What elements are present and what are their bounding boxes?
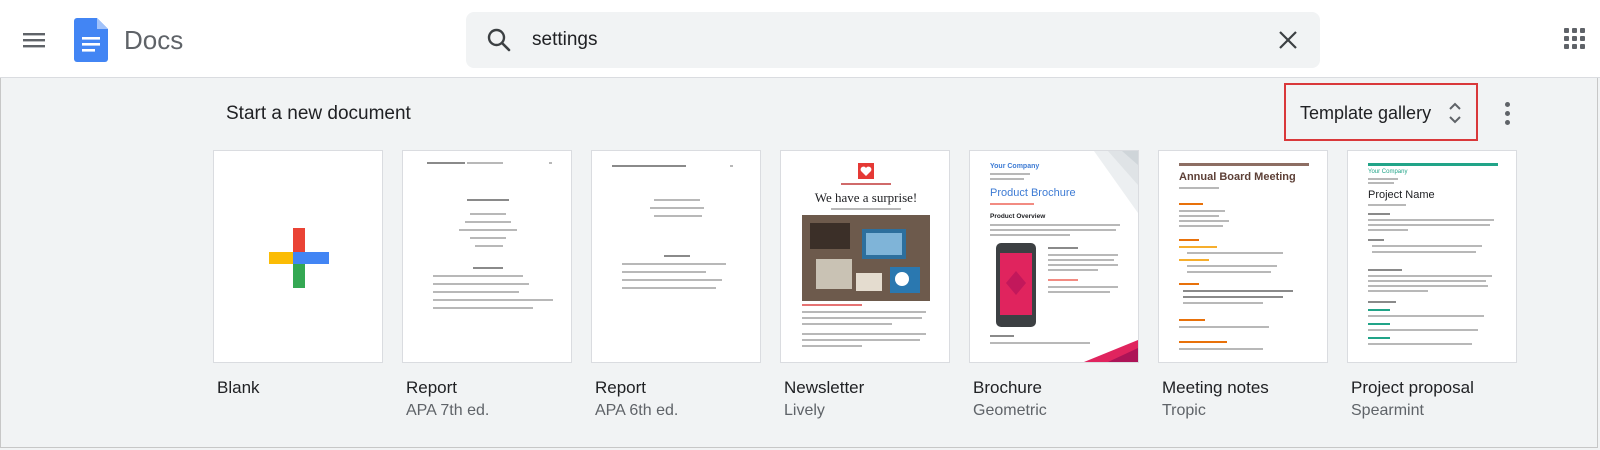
- template-card-brochure[interactable]: Your Company Product Brochure Product Ov…: [969, 150, 1139, 419]
- template-thumbnail[interactable]: Annual Board Meeting: [1158, 150, 1328, 363]
- search-icon[interactable]: [486, 27, 512, 53]
- hamburger-menu-icon[interactable]: [18, 24, 50, 56]
- template-gallery-label: Template gallery: [1300, 103, 1432, 123]
- proposal-title: Project Name: [1368, 189, 1435, 201]
- geometric-corner-top: [1094, 151, 1138, 213]
- template-name: Brochure: [973, 378, 1042, 397]
- template-name: Meeting notes: [1162, 378, 1269, 397]
- template-card-blank[interactable]: Blank: [213, 150, 383, 397]
- unfold-icon: [1448, 99, 1462, 127]
- template-name: Blank: [217, 378, 260, 397]
- template-subtitle: APA 6th ed.: [595, 402, 679, 419]
- template-thumbnail[interactable]: [213, 150, 383, 363]
- proposal-company: Your Company: [1368, 169, 1408, 175]
- app-title[interactable]: Docs: [124, 24, 183, 56]
- meeting-title: Annual Board Meeting: [1179, 171, 1296, 183]
- template-card-newsletter[interactable]: We have a surprise! Newsletter Lively: [780, 150, 950, 419]
- brochure-company: Your Company: [990, 163, 1040, 170]
- docs-logo-icon[interactable]: [74, 18, 108, 62]
- close-icon[interactable]: [1276, 28, 1300, 52]
- accent-bar: [1179, 163, 1309, 166]
- template-name: Report: [595, 378, 647, 397]
- accent-bar: [1368, 163, 1498, 166]
- template-subtitle: APA 7th ed.: [406, 402, 490, 419]
- template-card-project-proposal[interactable]: Your Company Project Name Project propos…: [1347, 150, 1517, 419]
- apps-grid-icon[interactable]: [1564, 28, 1586, 50]
- brochure-overview: Product Overview: [990, 213, 1046, 220]
- template-card-report-apa7[interactable]: Report APA 7th ed.: [402, 150, 572, 419]
- newsletter-photo: [802, 215, 930, 301]
- more-vert-icon[interactable]: [1504, 100, 1512, 128]
- geometric-corner-bottom: [1084, 340, 1138, 362]
- search-input[interactable]: [532, 26, 1182, 54]
- top-bar: Docs: [0, 0, 1600, 78]
- template-subtitle: Spearmint: [1351, 402, 1424, 419]
- template-card-meeting-notes[interactable]: Annual Board Meeting Meeting notes Tropi…: [1158, 150, 1328, 419]
- newsletter-heading: We have a surprise!: [814, 190, 918, 205]
- heart-logo-icon: [858, 163, 874, 179]
- template-thumbnail[interactable]: [591, 150, 761, 363]
- template-subtitle: Tropic: [1162, 402, 1206, 419]
- template-name: Newsletter: [784, 378, 865, 397]
- template-subtitle: Lively: [784, 402, 825, 419]
- template-name: Report: [406, 378, 458, 397]
- brochure-title: Product Brochure: [990, 187, 1076, 199]
- phone-image: [996, 243, 1036, 327]
- google-plus-icon: [269, 228, 329, 288]
- search-bar[interactable]: [466, 12, 1320, 68]
- template-gallery-button[interactable]: Template gallery: [1284, 83, 1478, 141]
- template-thumbnail[interactable]: Your Company Project Name: [1347, 150, 1517, 363]
- template-subtitle: Geometric: [973, 402, 1047, 419]
- template-thumbnail[interactable]: Your Company Product Brochure Product Ov…: [969, 150, 1139, 363]
- template-name: Project proposal: [1351, 378, 1474, 397]
- section-title: Start a new document: [226, 103, 411, 124]
- template-thumbnail[interactable]: [402, 150, 572, 363]
- template-thumbnail[interactable]: We have a surprise!: [780, 150, 950, 363]
- template-card-report-apa6[interactable]: Report APA 6th ed.: [591, 150, 761, 419]
